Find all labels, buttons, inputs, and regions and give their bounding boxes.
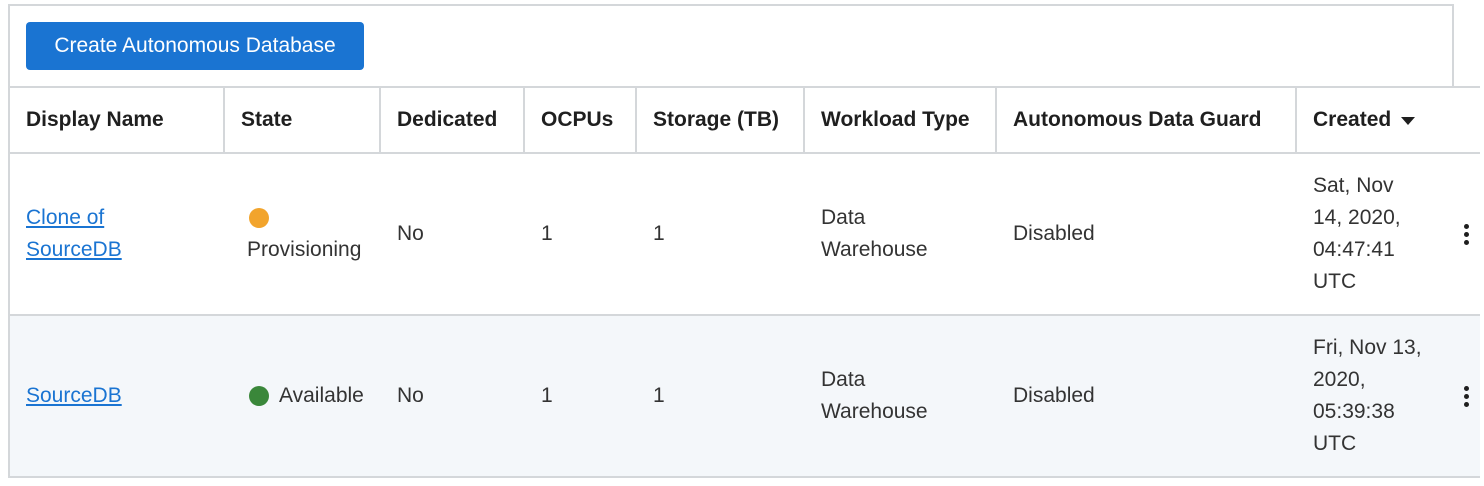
autonomous-databases-table: Display Name State Dedicated OCPUs Stora…: [8, 86, 1480, 478]
available-status-icon: [249, 386, 269, 406]
workload-type-value: Warehouse: [821, 400, 928, 423]
state-cell: Provisioning: [225, 154, 381, 314]
sort-descending-icon[interactable]: [1401, 117, 1416, 125]
column-header-label: OCPUs: [541, 108, 614, 131]
column-header-label: Storage (TB): [653, 108, 779, 131]
created-cell: Fri, Nov 13, 2020, 05:39:38 UTC: [1297, 316, 1437, 476]
storage-value: 1: [653, 384, 665, 407]
database-name-text: Clone of: [26, 206, 105, 229]
created-value: 04:47:41: [1313, 238, 1395, 261]
display-name-cell: SourceDB: [10, 316, 225, 476]
column-header-workload-type[interactable]: Workload Type: [805, 88, 997, 152]
ocpus-value: 1: [541, 222, 553, 245]
table-row: SourceDB Available No 1 1 Data Warehouse …: [10, 316, 1480, 478]
workload-type-value: Data: [821, 368, 866, 391]
dedicated-value: No: [397, 222, 424, 245]
provisioning-status-icon: [249, 208, 269, 229]
kebab-menu-icon[interactable]: [1458, 220, 1475, 249]
created-value: 14, 2020,: [1313, 206, 1401, 229]
created-value: Fri, Nov 13,: [1313, 336, 1422, 359]
column-header-label: Workload Type: [821, 108, 970, 131]
created-value: Sat, Nov: [1313, 174, 1394, 197]
workload-type-cell: Data Warehouse: [805, 154, 997, 314]
column-header-label: State: [241, 108, 293, 131]
data-guard-cell: Disabled: [997, 154, 1297, 314]
workload-type-value: Warehouse: [821, 238, 928, 261]
created-value: 2020,: [1313, 368, 1366, 391]
created-value: 05:39:38: [1313, 400, 1395, 423]
state-label: Provisioning: [247, 238, 362, 261]
table-row: Clone of SourceDB Provisioning No 1 1 Dat…: [10, 154, 1480, 316]
ocpus-cell: 1: [525, 316, 637, 476]
ocpus-value: 1: [541, 384, 553, 407]
database-name-link[interactable]: SourceDB: [26, 380, 122, 412]
storage-cell: 1: [637, 154, 805, 314]
column-header-ocpus[interactable]: OCPUs: [525, 88, 637, 152]
column-header-label: Created: [1313, 108, 1392, 131]
create-autonomous-database-button[interactable]: Create Autonomous Database: [26, 22, 364, 70]
column-header-created[interactable]: Created: [1297, 88, 1437, 152]
display-name-cell: Clone of SourceDB: [10, 154, 225, 314]
storage-value: 1: [653, 222, 665, 245]
dedicated-cell: No: [381, 154, 525, 314]
created-value: UTC: [1313, 270, 1357, 293]
column-header-state[interactable]: State: [225, 88, 381, 152]
storage-cell: 1: [637, 316, 805, 476]
data-guard-cell: Disabled: [997, 316, 1297, 476]
column-header-dedicated[interactable]: Dedicated: [381, 88, 525, 152]
ocpus-cell: 1: [525, 154, 637, 314]
created-value: UTC: [1313, 432, 1357, 455]
row-actions-cell: [1437, 154, 1480, 314]
column-header-data-guard[interactable]: Autonomous Data Guard: [997, 88, 1297, 152]
dedicated-value: No: [397, 384, 424, 407]
table-header-row: Display Name State Dedicated OCPUs Stora…: [10, 86, 1480, 154]
state-label: Available: [279, 384, 364, 407]
data-guard-value: Disabled: [1013, 222, 1095, 245]
state-cell: Available: [225, 316, 381, 476]
dedicated-cell: No: [381, 316, 525, 476]
data-guard-value: Disabled: [1013, 384, 1095, 407]
workload-type-value: Data: [821, 206, 866, 229]
database-name-link[interactable]: Clone of SourceDB: [26, 206, 122, 261]
column-header-label: Autonomous Data Guard: [1013, 108, 1262, 131]
column-header-display-name[interactable]: Display Name: [10, 88, 225, 152]
database-name-text: SourceDB: [26, 238, 122, 261]
column-header-storage[interactable]: Storage (TB): [637, 88, 805, 152]
kebab-menu-icon[interactable]: [1458, 382, 1475, 411]
column-header-label: Display Name: [26, 108, 164, 131]
row-actions-cell: [1437, 316, 1480, 476]
column-header-label: Dedicated: [397, 108, 498, 131]
created-cell: Sat, Nov 14, 2020, 04:47:41 UTC: [1297, 154, 1437, 314]
workload-type-cell: Data Warehouse: [805, 316, 997, 476]
